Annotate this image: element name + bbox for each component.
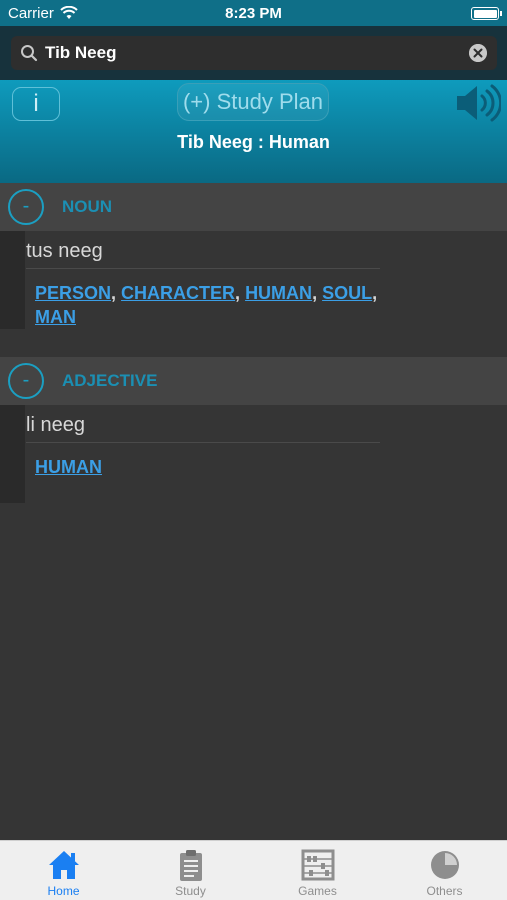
part-of-speech-label: NOUN: [62, 197, 113, 216]
clear-search-icon[interactable]: [469, 44, 487, 62]
pie-chart-icon: [431, 851, 459, 879]
search-box[interactable]: [11, 36, 497, 70]
search-input[interactable]: [45, 36, 465, 70]
abacus-icon: [301, 849, 335, 881]
home-icon: [49, 851, 79, 879]
clipboard-icon: [180, 850, 202, 881]
tab-games[interactable]: Games: [254, 841, 381, 900]
word-title: Tib Neeg : Human: [177, 132, 330, 152]
add-study-plan-button[interactable]: (+) Study Plan: [177, 83, 329, 121]
part-of-speech-label: ADJECTIVE: [62, 371, 158, 390]
synonym-link[interactable]: MAN: [35, 307, 76, 327]
side-bar: [0, 231, 25, 329]
tab-label: Home: [47, 884, 80, 898]
collapse-button[interactable]: -: [8, 363, 44, 399]
section-body-adjective: li neeg HUMAN: [0, 405, 507, 503]
synonym-list: HUMAN: [35, 455, 380, 479]
tab-study[interactable]: Study: [127, 841, 254, 900]
battery-icon: [471, 7, 502, 20]
collapse-button[interactable]: -: [8, 189, 44, 225]
tab-label: Games: [298, 884, 337, 898]
translation-text: tus neeg: [26, 240, 103, 262]
synonym-link[interactable]: CHARACTER: [121, 283, 235, 303]
divider: [26, 442, 380, 443]
tab-label: Study: [175, 884, 206, 898]
tab-home[interactable]: Home: [0, 841, 127, 900]
tab-others[interactable]: Others: [381, 841, 507, 900]
search-bar: [0, 26, 507, 80]
synonym-list: PERSON, CHARACTER, HUMAN, SOUL, MAN: [35, 283, 378, 327]
synonym-link[interactable]: HUMAN: [35, 457, 102, 477]
synonym-link[interactable]: SOUL: [322, 283, 372, 303]
info-button[interactable]: i: [12, 87, 60, 121]
tab-bar: Home Study Games Others: [0, 840, 507, 900]
clock: 8:23 PM: [225, 5, 282, 22]
translation-text: li neeg: [26, 414, 85, 436]
synonym-link[interactable]: PERSON: [35, 283, 111, 303]
word-header: i (+) Study Plan Tib Neeg : Human: [0, 80, 507, 183]
search-icon: [21, 45, 38, 62]
speaker-icon[interactable]: [455, 83, 501, 123]
side-bar: [0, 405, 25, 503]
status-bar: Carrier 8:23 PM: [0, 0, 507, 26]
synonym-link[interactable]: HUMAN: [245, 283, 312, 303]
section-header-adjective: - ADJECTIVE: [0, 357, 507, 405]
divider: [26, 268, 380, 269]
section-body-noun: tus neeg PERSON, CHARACTER, HUMAN, SOUL,…: [0, 231, 507, 329]
tab-label: Others: [426, 884, 463, 898]
section-header-noun: - NOUN: [0, 183, 507, 231]
